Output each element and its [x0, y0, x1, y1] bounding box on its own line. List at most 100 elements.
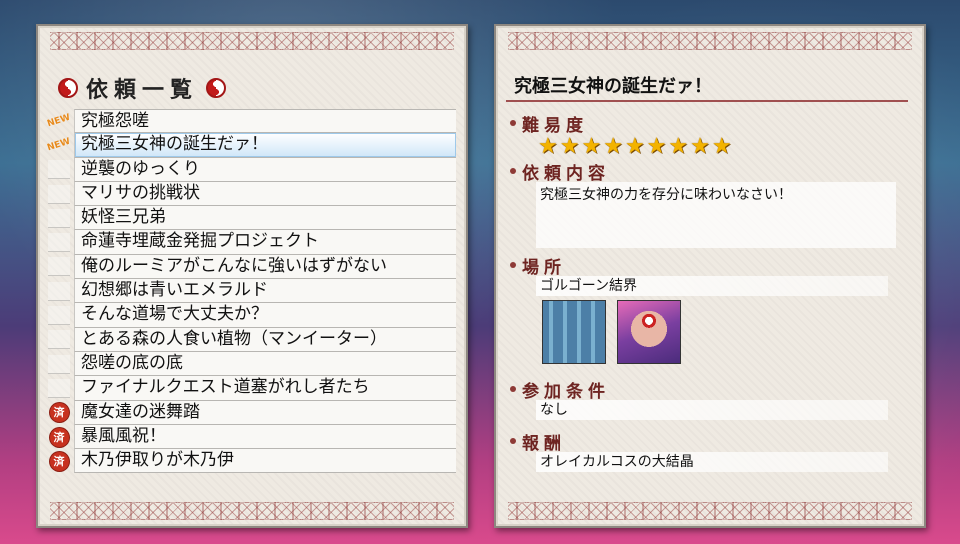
difficulty-section: 難易度 ★ ★ ★ ★ ★ ★ ★ ★ ★: [510, 112, 910, 158]
request-title: 究極怨嗟: [74, 109, 456, 134]
request-list-item[interactable]: 妖怪三兄弟: [44, 206, 456, 231]
row-marker: [44, 303, 74, 327]
content-text: 究極三女神の力を存分に味わいなさい！: [536, 182, 896, 248]
completed-seal-icon: 済: [49, 427, 69, 447]
request-list-item[interactable]: 逆襲のゆっくり: [44, 157, 456, 182]
condition-text: なし: [536, 400, 888, 420]
title-divider: [506, 100, 908, 102]
badge-slot: [48, 330, 70, 350]
row-marker: 済: [44, 449, 74, 473]
row-marker: [44, 158, 74, 182]
row-marker: [44, 328, 74, 352]
decorative-border-bottom: [508, 502, 912, 520]
location-text: ゴルゴーン結界: [536, 276, 888, 296]
row-marker: 済: [44, 425, 74, 449]
star-icon: ★: [668, 134, 689, 159]
reward-text: オレイカルコスの大結晶: [536, 452, 888, 472]
bullet-icon: [510, 120, 516, 126]
content-label: 依頼内容: [522, 163, 610, 184]
request-list-item[interactable]: 済暴風風祝！: [44, 424, 456, 450]
request-list-item[interactable]: そんな道場で大丈夫か？: [44, 303, 456, 328]
badge-slot: [48, 233, 70, 253]
badge-slot: [48, 184, 70, 204]
badge-slot: [48, 208, 70, 228]
row-marker: [44, 352, 74, 376]
badge-slot: [48, 378, 70, 398]
decorative-border-bottom: [50, 502, 454, 520]
badge-slot: [48, 160, 70, 180]
bullet-icon: [510, 386, 516, 392]
new-badge: NEW: [46, 137, 72, 154]
request-title: 暴風風祝！: [74, 424, 456, 450]
star-icon: ★: [603, 134, 623, 159]
location-image-icon: [542, 300, 606, 364]
star-icon: ★: [690, 134, 710, 159]
row-marker: [44, 230, 74, 254]
condition-label: 参加条件: [522, 381, 610, 402]
yinyang-icon: [206, 78, 227, 98]
badge-slot: [48, 257, 70, 277]
row-marker: [44, 182, 74, 206]
row-marker: [44, 206, 74, 230]
reward-section: 報酬 オレイカルコスの大結晶: [510, 430, 910, 472]
decorative-border-top: [508, 32, 912, 50]
star-icon: ★: [559, 134, 580, 159]
row-marker: NEW: [44, 109, 74, 133]
request-title: ファイナルクエスト道塞がれし者たち: [74, 376, 456, 401]
boss-portrait-icon: [617, 300, 682, 364]
new-badge: NEW: [46, 112, 72, 130]
request-list-item[interactable]: NEW 究極三女神の誕生だァ！: [44, 133, 456, 158]
request-title: 命蓮寺埋蔵金発掘プロジェクト: [74, 230, 456, 255]
star-icon: ★: [581, 134, 602, 159]
request-list-item[interactable]: 済木乃伊取りが木乃伊: [44, 449, 456, 474]
badge-slot: [48, 306, 70, 326]
bullet-icon: [510, 168, 516, 174]
badge-slot: [48, 281, 70, 301]
badge-slot: [48, 354, 70, 374]
row-marker: NEW: [44, 133, 74, 157]
request-list-item[interactable]: 俺のルーミアがこんなに強いはずがない: [44, 254, 456, 280]
request-title: 幻想郷は青いエメラルド: [74, 279, 456, 304]
yinyang-icon: [58, 78, 78, 98]
content-section: 依頼内容 究極三女神の力を存分に味わいなさい！: [510, 160, 910, 248]
star-icon: ★: [538, 134, 558, 159]
difficulty-label: 難易度: [522, 115, 588, 136]
difficulty-stars: ★ ★ ★ ★ ★ ★ ★ ★ ★: [538, 136, 910, 158]
completed-seal-icon: 済: [49, 451, 69, 471]
request-list-item[interactable]: 幻想郷は青いエメラルド: [44, 279, 456, 304]
star-icon: ★: [624, 134, 645, 159]
request-title: 怨嗟の底の底: [74, 351, 456, 377]
reward-label: 報酬: [522, 433, 566, 454]
row-marker: [44, 376, 74, 400]
request-list-item[interactable]: 怨嗟の底の底: [44, 351, 456, 377]
row-marker: [44, 255, 74, 279]
request-title: 妖怪三兄弟: [74, 206, 456, 231]
request-list: NEW 究極怨嗟 NEW 究極三女神の誕生だァ！ 逆襲のゆっくり マリサの挑戦状 妖怪三兄弟…: [44, 109, 456, 474]
bullet-icon: [510, 262, 516, 268]
request-title: 木乃伊取りが木乃伊: [74, 449, 456, 474]
request-title: そんな道場で大丈夫か？: [74, 303, 456, 328]
request-list-item[interactable]: NEW 究極怨嗟: [44, 109, 456, 134]
request-list-item[interactable]: 済魔女達の迷舞踏: [44, 400, 456, 425]
request-detail-panel: 究極三女神の誕生だァ！ 難易度 ★ ★ ★ ★ ★ ★ ★ ★ ★ 依頼内容 究極三女神の力を存…: [494, 24, 926, 528]
request-list-panel: 依頼一覧 NEW 究極怨嗟 NEW 究極三女神の誕生だァ！ 逆襲のゆっくり マリサの挑戦状…: [36, 24, 468, 528]
completed-seal-icon: 済: [49, 403, 69, 423]
request-list-item[interactable]: ファイナルクエスト道塞がれし者たち: [44, 376, 456, 401]
request-list-item[interactable]: とある森の人食い植物（マンイーター）: [44, 327, 456, 352]
bullet-icon: [510, 438, 516, 444]
request-list-item[interactable]: 命蓮寺埋蔵金発掘プロジェクト: [44, 230, 456, 255]
row-marker: [44, 279, 74, 303]
list-header: 依頼一覧: [58, 72, 227, 104]
row-marker: 済: [44, 401, 74, 425]
star-icon: ★: [646, 134, 667, 159]
condition-section: 参加条件 なし: [510, 378, 910, 420]
request-title: 逆襲のゆっくり: [74, 157, 456, 182]
detail-title: 究極三女神の誕生だァ！: [514, 76, 712, 97]
location-section: 場所 ゴルゴーン結界: [510, 254, 910, 364]
request-title: 俺のルーミアがこんなに強いはずがない: [74, 254, 456, 280]
request-list-item[interactable]: マリサの挑戦状: [44, 181, 456, 207]
request-title: マリサの挑戦状: [74, 181, 456, 207]
decorative-border-top: [50, 32, 454, 50]
list-title: 依頼一覧: [86, 77, 199, 103]
request-title: とある森の人食い植物（マンイーター）: [74, 327, 456, 352]
